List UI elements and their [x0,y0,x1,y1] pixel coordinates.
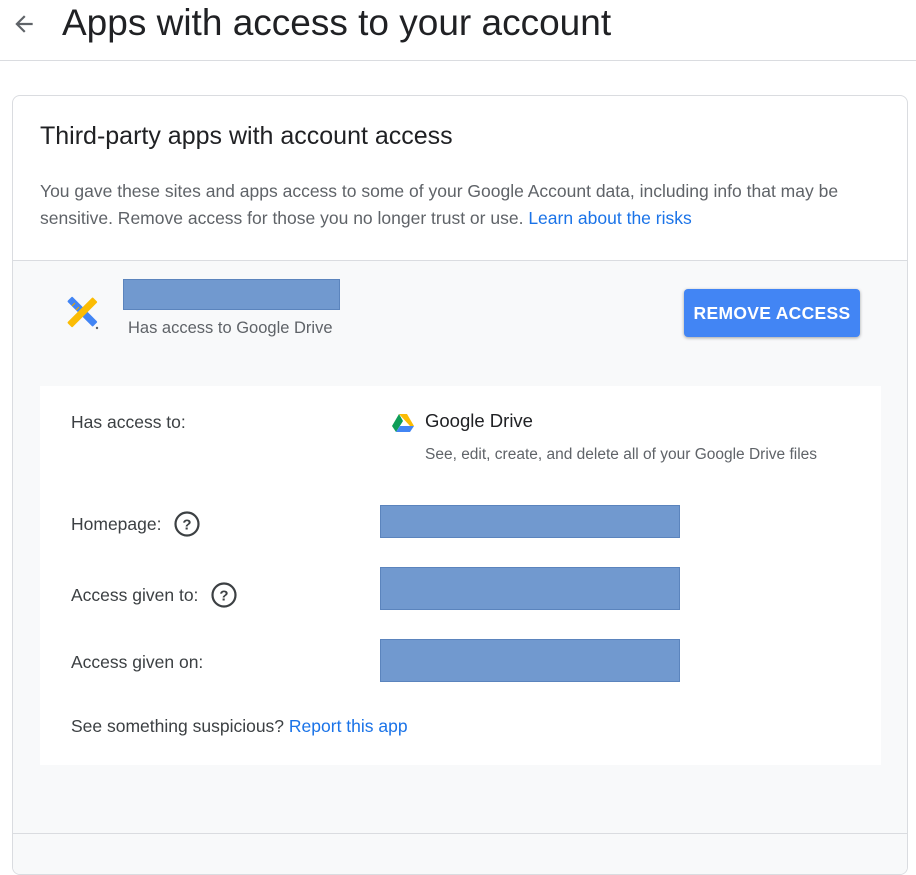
app-entry-expanded: Has access to Google Drive REMOVE ACCESS… [13,260,907,874]
page-title: Apps with access to your account [62,2,612,43]
card-title: Third-party apps with account access [40,122,453,150]
third-party-apps-card: Third-party apps with account access You… [12,95,908,875]
learn-risks-link[interactable]: Learn about the risks [528,208,691,228]
google-drive-icon [392,414,414,432]
app-access-summary: Has access to Google Drive [128,319,333,337]
remove-access-button[interactable]: REMOVE ACCESS [684,289,860,337]
report-line: See something suspicious? Report this ap… [71,716,408,737]
access-given-to-value-redacted [380,567,680,610]
access-given-on-label: Access given on: [71,652,204,672]
suspicious-text: See something suspicious? [71,716,285,736]
help-circle-icon[interactable]: ? [210,581,238,609]
access-given-to-label: Access given to: [71,584,199,605]
svg-text:?: ? [183,517,192,534]
given-to-row-label: Access given to: ? [71,581,238,609]
back-button[interactable] [8,8,40,40]
arrow-back-icon [15,15,33,33]
help-circle-icon[interactable]: ? [173,510,201,538]
homepage-value-redacted [380,505,680,538]
pencil-ruler-icon [67,296,99,330]
app-details-panel: Has access to: Google Drive See, edit, c… [40,386,881,765]
card-description: You gave these sites and apps access to … [40,178,890,232]
svg-text:?: ? [220,588,229,605]
access-given-on-value-redacted [380,639,680,682]
homepage-row-label: Homepage: ? [71,510,201,538]
service-name: Google Drive [425,410,533,431]
divider [13,833,907,834]
app-name-redacted [123,279,340,310]
has-access-label: Has access to: [71,412,186,432]
page-header: Apps with access to your account [0,0,916,61]
homepage-label: Homepage: [71,513,162,534]
card-description-text: You gave these sites and apps access to … [40,181,839,228]
service-permission-description: See, edit, create, and delete all of you… [425,446,818,463]
report-app-link[interactable]: Report this app [289,716,408,736]
